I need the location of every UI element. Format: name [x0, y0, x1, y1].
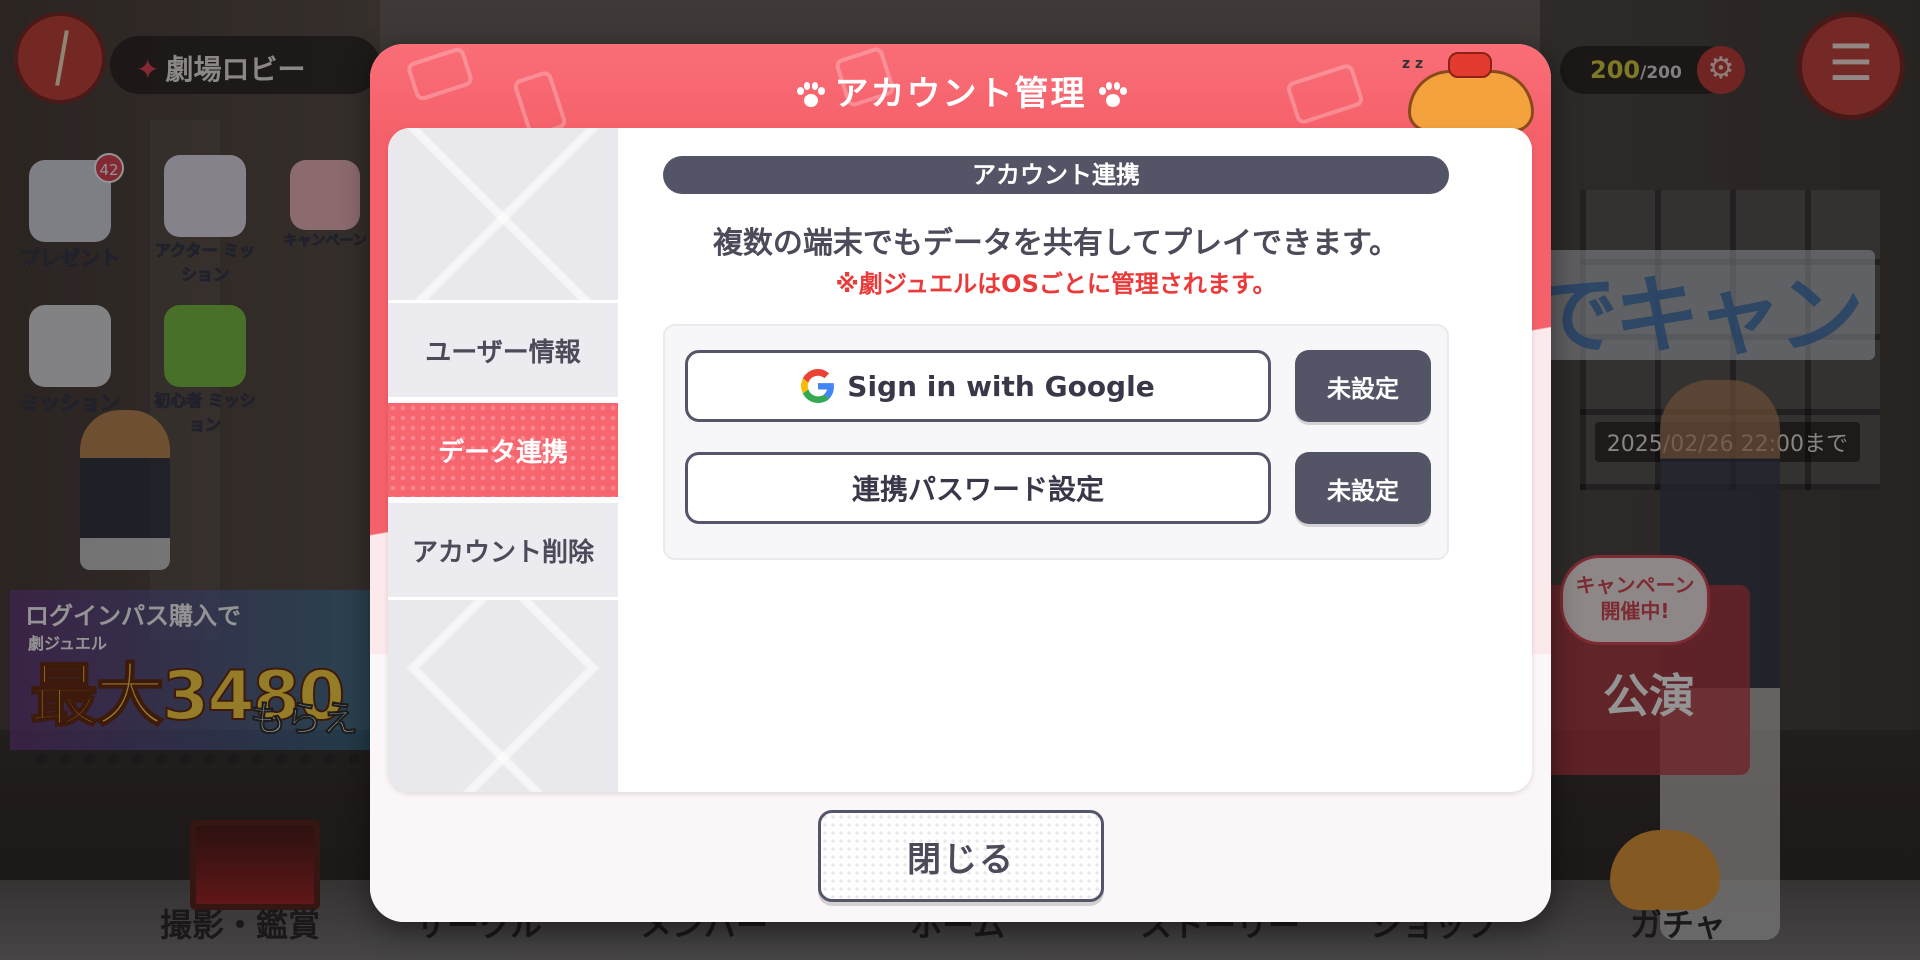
tab-user-info[interactable]: ユーザー情報	[388, 300, 618, 400]
description-text: 複数の端末でもデータを共有してプレイできます。	[712, 226, 1400, 261]
close-button[interactable]: 閉じる	[818, 810, 1104, 902]
os-note-text: ※劇ジュエルはOSごとに管理されます。	[835, 270, 1277, 298]
sleeping-cat-mascot-icon: z z	[1400, 48, 1540, 138]
google-sign-in-button[interactable]: Sign in with Google	[685, 350, 1271, 422]
password-status-button[interactable]: 未設定	[1295, 452, 1431, 524]
dialog-title: アカウント管理	[370, 66, 1551, 115]
tab-data-link[interactable]: データ連携	[388, 400, 618, 500]
link-options-box: Sign in with Google 未設定 連携パスワード設定 未設定	[663, 324, 1449, 560]
paw-icon	[795, 81, 825, 111]
sleep-z-icon: z z	[1402, 56, 1424, 72]
cat-bow	[1448, 52, 1492, 78]
google-sign-in-label: Sign in with Google	[847, 369, 1155, 403]
google-status-button[interactable]: 未設定	[1295, 350, 1431, 422]
link-password-button[interactable]: 連携パスワード設定	[685, 452, 1271, 524]
google-icon	[801, 369, 835, 403]
tab-delete-account[interactable]: アカウント削除	[388, 500, 618, 600]
dialog-title-text: アカウント管理	[834, 74, 1087, 114]
account-management-dialog: アカウント管理 z z ユーザー情報 データ連携 アカウント削除 アカウント連携…	[370, 44, 1551, 922]
tab-sidebar: ユーザー情報 データ連携 アカウント削除	[388, 128, 618, 792]
tab-content: アカウント連携 複数の端末でもデータを共有してプレイできます。 ※劇ジュエルはO…	[618, 128, 1532, 792]
paw-icon	[1097, 81, 1127, 111]
cat-body	[1408, 70, 1534, 132]
dialog-panel: ユーザー情報 データ連携 アカウント削除 アカウント連携 複数の端末でもデータを…	[388, 128, 1532, 792]
section-title: アカウント連携	[663, 156, 1449, 194]
link-password-label: 連携パスワード設定	[851, 473, 1104, 506]
